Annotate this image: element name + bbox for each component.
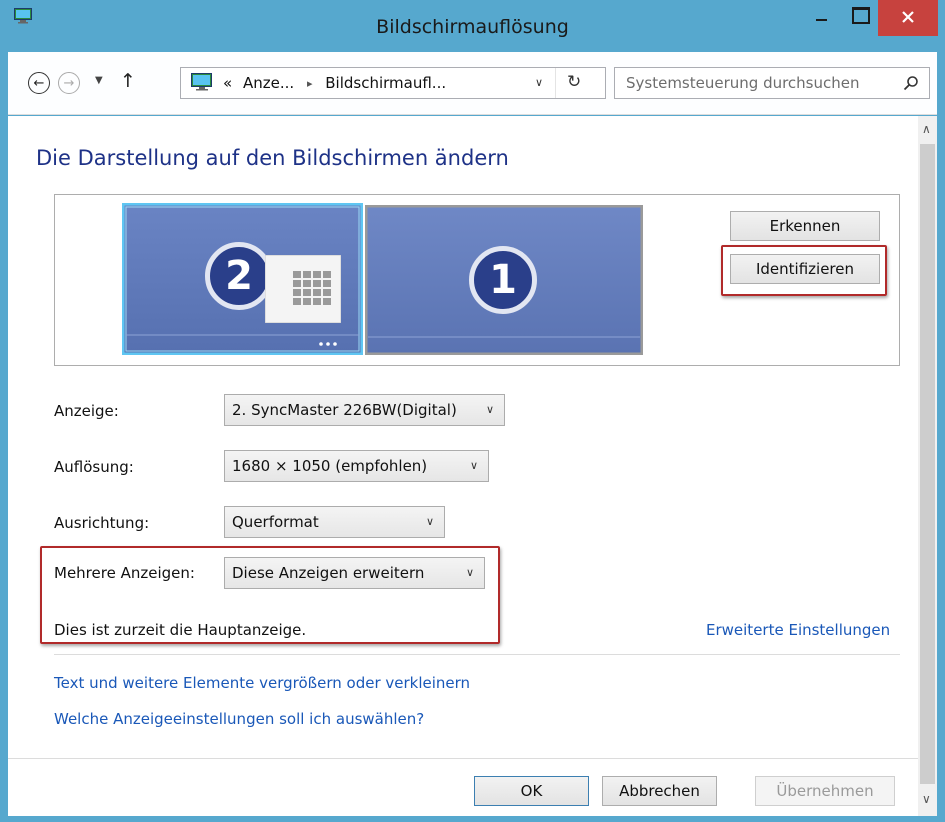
display-label: Anzeige: bbox=[54, 402, 119, 420]
display-settings-help-link[interactable]: Welche Anzeigeeinstellungen soll ich aus… bbox=[54, 710, 424, 728]
breadcrumb-separator-icon[interactable]: ▸ bbox=[307, 77, 313, 90]
monitor-2[interactable]: 2 bbox=[122, 203, 363, 355]
multiple-displays-select[interactable]: Diese Anzeigen erweitern ∨ bbox=[224, 557, 485, 589]
ok-button[interactable]: OK bbox=[474, 776, 589, 806]
scroll-up-button[interactable]: ∧ bbox=[922, 122, 931, 136]
display-select[interactable]: 2. SyncMaster 226BW(Digital) ∨ bbox=[224, 394, 505, 426]
scroll-down-button[interactable]: ∨ bbox=[922, 792, 931, 806]
chevron-up-icon: ∧ bbox=[922, 122, 931, 136]
back-button[interactable]: ← bbox=[28, 72, 50, 94]
resolution-select[interactable]: 1680 × 1050 (empfohlen) ∨ bbox=[224, 450, 489, 482]
control-panel-display-icon bbox=[191, 73, 212, 91]
chevron-down-icon: ∨ bbox=[469, 459, 478, 472]
address-toolbar: ← → ▼ ↑ « Anze... ▸ Bildschirmaufl... ∨ … bbox=[8, 52, 937, 115]
chevron-down-icon: ∨ bbox=[465, 566, 474, 579]
cancel-button[interactable]: Abbrechen bbox=[602, 776, 717, 806]
monitor-preview: 2 1 Erkennen Identifizieren bbox=[54, 194, 900, 366]
window: Bildschirmauflösung ← → ▼ ↑ « Anze... ▸ bbox=[0, 0, 945, 822]
divider-1 bbox=[54, 654, 900, 655]
breadcrumb-overflow[interactable]: « bbox=[223, 74, 232, 92]
breadcrumb-item-resolution[interactable]: Bildschirmaufl... bbox=[325, 74, 446, 92]
chevron-down-icon: ▼ bbox=[95, 75, 103, 86]
address-bar[interactable]: « Anze... ▸ Bildschirmaufl... ∨ ↻ bbox=[180, 67, 606, 99]
close-icon bbox=[902, 11, 914, 23]
breadcrumb-item-display[interactable]: Anze... bbox=[243, 74, 294, 92]
advanced-settings-link[interactable]: Erweiterte Einstellungen bbox=[706, 621, 890, 639]
orientation-label: Ausrichtung: bbox=[54, 514, 150, 532]
up-button[interactable]: ↑ bbox=[120, 70, 136, 92]
search-input[interactable]: Systemsteuerung durchsuchen bbox=[614, 67, 930, 99]
orientation-select[interactable]: Querformat ∨ bbox=[224, 506, 445, 538]
chevron-down-icon: ∨ bbox=[425, 515, 434, 528]
main-content: Die Darstellung auf den Bildschirmen änd… bbox=[8, 116, 918, 816]
apply-button[interactable]: Übernehmen bbox=[755, 776, 895, 806]
search-icon[interactable] bbox=[903, 75, 919, 91]
arrow-left-icon: ← bbox=[33, 75, 45, 91]
orientation-select-value: Querformat bbox=[232, 513, 319, 531]
scroll-thumb[interactable] bbox=[920, 144, 935, 784]
title-bar[interactable]: Bildschirmauflösung bbox=[0, 0, 945, 52]
display-select-value: 2. SyncMaster 226BW(Digital) bbox=[232, 401, 457, 419]
monitor-1-number-badge: 1 bbox=[469, 246, 537, 314]
refresh-icon: ↻ bbox=[567, 72, 582, 92]
divider-2 bbox=[8, 758, 918, 759]
refresh-button[interactable]: ↻ bbox=[567, 72, 581, 92]
close-button[interactable] bbox=[878, 0, 938, 36]
text-size-link[interactable]: Text und weitere Elemente vergrößern ode… bbox=[54, 674, 470, 692]
maximize-button[interactable] bbox=[838, 0, 882, 34]
main-display-note: Dies ist zurzeit die Hauptanzeige. bbox=[54, 621, 307, 639]
chevron-down-icon: ∨ bbox=[485, 403, 494, 416]
resolution-label: Auflösung: bbox=[54, 458, 134, 476]
monitor-2-number-badge: 2 bbox=[205, 242, 273, 310]
monitor-1[interactable]: 1 bbox=[365, 205, 643, 355]
detect-button[interactable]: Erkennen bbox=[730, 211, 880, 241]
multiple-displays-label: Mehrere Anzeigen: bbox=[54, 564, 195, 582]
address-history-dropdown[interactable]: ∨ bbox=[535, 76, 543, 89]
recent-locations-dropdown[interactable]: ▼ bbox=[95, 75, 103, 86]
identify-button[interactable]: Identifizieren bbox=[730, 254, 880, 284]
address-divider bbox=[555, 68, 556, 98]
minimize-button[interactable] bbox=[798, 0, 842, 34]
breadcrumb: « Anze... ▸ Bildschirmaufl... bbox=[223, 74, 446, 92]
monitor-2-number: 2 bbox=[225, 253, 253, 299]
search-placeholder: Systemsteuerung durchsuchen bbox=[626, 74, 860, 92]
chevron-down-icon: ∨ bbox=[922, 792, 931, 806]
arrow-up-icon: ↑ bbox=[120, 70, 136, 92]
monitor-1-number: 1 bbox=[489, 257, 517, 303]
forward-button[interactable]: → bbox=[58, 72, 80, 94]
start-screen-tiles-icon bbox=[265, 255, 341, 323]
chevron-down-icon: ∨ bbox=[535, 76, 544, 89]
multiple-displays-select-value: Diese Anzeigen erweitern bbox=[232, 564, 425, 582]
vertical-scrollbar[interactable]: ∧ ∨ bbox=[918, 116, 937, 816]
page-title: Die Darstellung auf den Bildschirmen änd… bbox=[36, 146, 509, 170]
arrow-right-icon: → bbox=[63, 75, 75, 91]
resolution-select-value: 1680 × 1050 (empfohlen) bbox=[232, 457, 428, 475]
